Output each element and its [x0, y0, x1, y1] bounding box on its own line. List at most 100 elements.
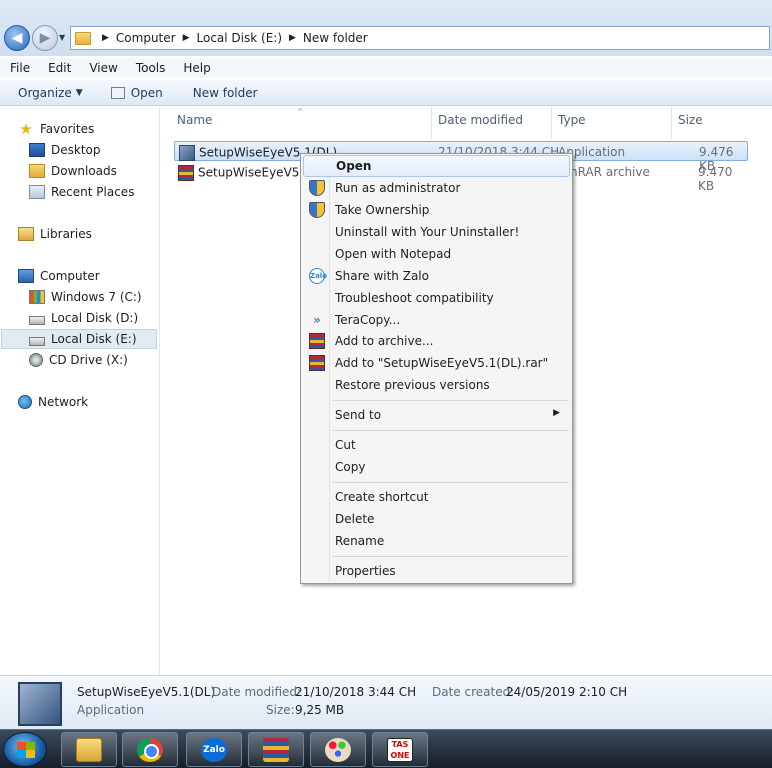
menu-edit[interactable]: Edit	[48, 61, 71, 75]
nav-desktop[interactable]: Desktop	[29, 141, 101, 159]
nav-label: Local Disk (E:)	[51, 332, 137, 346]
paint-palette-icon	[325, 738, 351, 762]
zalo-icon: Zalo	[309, 268, 327, 284]
column-header-date[interactable]: Date modified	[438, 113, 523, 127]
organize-label: Organize	[18, 85, 72, 100]
nav-windows7-c[interactable]: Windows 7 (C:)	[29, 288, 142, 306]
forward-button[interactable]: ▶	[32, 25, 58, 51]
ctx-label: Send to	[335, 408, 382, 422]
menu-bar: File Edit View Tools Help	[0, 58, 772, 78]
menu-help[interactable]: Help	[183, 61, 210, 75]
back-button[interactable]: ◀	[4, 25, 30, 51]
ctx-label: Share with Zalo	[335, 269, 429, 283]
breadcrumb-local-disk-e[interactable]: Local Disk (E:)	[197, 31, 283, 45]
winrar-icon	[309, 333, 325, 349]
column-divider[interactable]	[671, 107, 672, 139]
navigation-pane: ★ Favorites Desktop Downloads Recent Pla…	[0, 107, 160, 675]
new-folder-label: New folder	[192, 85, 258, 100]
nav-recent-places[interactable]: Recent Places	[29, 183, 134, 201]
nav-network[interactable]: Network	[18, 393, 88, 411]
nav-downloads[interactable]: Downloads	[29, 162, 117, 180]
ctx-rename[interactable]: Rename	[303, 530, 570, 552]
ctx-restore-previous-versions[interactable]: Restore previous versions	[303, 374, 570, 396]
address-bar[interactable]: ▶ Computer ▶ Local Disk (E:) ▶ New folde…	[70, 26, 770, 50]
ctx-add-to-rar[interactable]: Add to "SetupWiseEyeV5.1(DL).rar"	[303, 352, 570, 374]
uac-shield-icon	[309, 180, 325, 196]
open-button[interactable]: Open	[110, 85, 163, 100]
nav-label: CD Drive (X:)	[49, 353, 128, 367]
teracopy-icon: »	[313, 313, 321, 327]
tas-one-icon: TAS ONE	[387, 738, 413, 762]
windows-logo-icon	[17, 742, 35, 758]
taskbar-winrar[interactable]	[248, 732, 304, 767]
ctx-cut[interactable]: Cut	[303, 434, 570, 456]
ctx-delete[interactable]: Delete	[303, 508, 570, 530]
column-divider[interactable]	[431, 107, 432, 139]
star-icon: ★	[19, 120, 33, 138]
taskbar-zalo[interactable]: Zalo	[186, 732, 242, 767]
ctx-label: TeraCopy...	[335, 313, 401, 327]
recent-places-icon	[29, 185, 45, 199]
file-type: nRAR archive	[570, 165, 650, 179]
nav-label: Windows 7 (C:)	[51, 290, 142, 304]
details-date-created-label: Date created:	[432, 685, 515, 699]
nav-favorites[interactable]: ★ Favorites	[18, 120, 94, 138]
menu-tools[interactable]: Tools	[136, 61, 166, 75]
ctx-properties[interactable]: Properties	[303, 560, 570, 582]
nav-libraries[interactable]: Libraries	[18, 225, 92, 243]
new-folder-button[interactable]: New folder	[193, 86, 258, 100]
zalo-icon: Zalo	[201, 738, 227, 762]
details-date-created: 24/05/2019 2:10 CH	[506, 685, 628, 699]
nav-label: Network	[38, 395, 89, 409]
ctx-open-with-notepad[interactable]: Open with Notepad	[303, 243, 570, 265]
ctx-create-shortcut[interactable]: Create shortcut	[303, 486, 570, 508]
winrar-icon	[309, 355, 325, 371]
taskbar-explorer[interactable]	[61, 732, 117, 767]
breadcrumb-arrow-icon[interactable]: ▶	[289, 33, 296, 43]
menu-separator	[333, 482, 569, 483]
column-header-type[interactable]: Type	[558, 113, 586, 127]
ctx-troubleshoot[interactable]: Troubleshoot compatibility	[303, 287, 570, 309]
application-icon	[179, 145, 195, 161]
recent-pages-chevron-icon[interactable]: ▼	[59, 33, 65, 42]
breadcrumb-arrow-icon[interactable]: ▶	[102, 33, 109, 43]
ctx-take-ownership[interactable]: Take Ownership	[303, 199, 570, 221]
taskbar-chrome[interactable]	[122, 732, 178, 767]
ctx-open[interactable]: Open	[303, 155, 570, 177]
nav-label: Libraries	[40, 227, 92, 241]
taskbar-tas-one[interactable]: TAS ONE	[372, 732, 428, 767]
ctx-send-to[interactable]: Send to ▶	[303, 404, 570, 426]
ctx-uninstall[interactable]: Uninstall with Your Uninstaller!	[303, 221, 570, 243]
breadcrumb-computer[interactable]: Computer	[116, 31, 176, 45]
ctx-copy[interactable]: Copy	[303, 456, 570, 478]
details-date-modified-label: Date modified:	[212, 685, 302, 699]
winrar-archive-icon	[178, 165, 194, 181]
breadcrumb-arrow-icon[interactable]: ▶	[183, 33, 190, 43]
menu-file[interactable]: File	[10, 61, 30, 75]
nav-cd-drive-x[interactable]: CD Drive (X:)	[29, 351, 128, 369]
explorer-folder-icon	[76, 738, 102, 762]
open-label: Open	[130, 85, 163, 100]
ctx-label: Restore previous versions	[335, 378, 490, 392]
ctx-run-as-administrator[interactable]: Run as administrator	[303, 177, 570, 199]
ctx-share-with-zalo[interactable]: Zalo Share with Zalo	[303, 265, 570, 287]
menu-separator	[333, 400, 569, 401]
nav-local-disk-e[interactable]: Local Disk (E:)	[1, 329, 157, 349]
hard-drive-icon	[29, 336, 45, 346]
cd-drive-icon	[29, 353, 43, 367]
nav-computer[interactable]: Computer	[18, 267, 100, 285]
organize-button[interactable]: Organize ▼	[18, 86, 83, 100]
taskbar-paint[interactable]	[310, 732, 366, 767]
nav-local-disk-d[interactable]: Local Disk (D:)	[29, 309, 138, 327]
breadcrumb-new-folder[interactable]: New folder	[303, 31, 368, 45]
menu-view[interactable]: View	[89, 61, 117, 75]
ctx-teracopy[interactable]: » TeraCopy...	[303, 309, 570, 331]
column-divider[interactable]	[551, 107, 552, 139]
ctx-label: Cut	[335, 438, 356, 452]
column-header-size[interactable]: Size	[678, 113, 703, 127]
ctx-add-to-archive[interactable]: Add to archive...	[303, 330, 570, 352]
column-header-name[interactable]: Name	[177, 113, 212, 127]
uac-shield-icon	[309, 202, 325, 218]
start-button[interactable]	[3, 732, 47, 767]
application-icon	[18, 682, 62, 726]
